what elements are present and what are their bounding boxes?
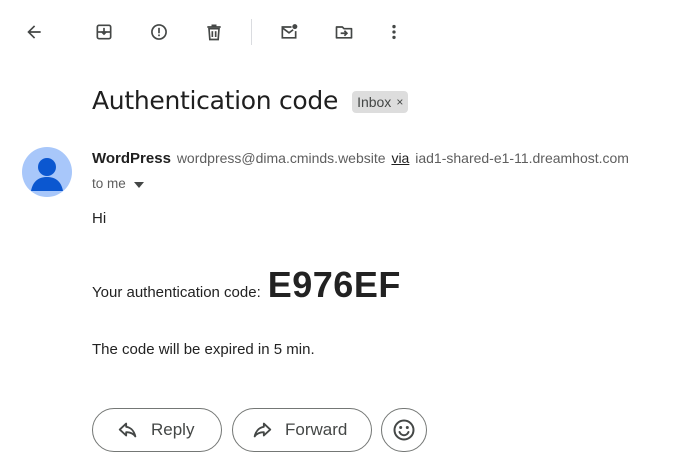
email-greeting: Hi	[92, 210, 107, 227]
forward-button[interactable]: Forward	[232, 408, 372, 452]
smiley-icon	[393, 419, 415, 441]
recipient-text: to me	[92, 176, 126, 191]
inbox-label-chip[interactable]: Inbox ×	[352, 90, 409, 113]
sender-line: WordPress wordpress@dima.cminds.website …	[92, 150, 629, 167]
sender-email: wordpress@dima.cminds.website	[176, 150, 386, 166]
recipient-line[interactable]: to me	[92, 176, 144, 191]
sender-avatar[interactable]	[22, 147, 72, 197]
toolbar-divider	[251, 19, 252, 45]
move-to-icon	[334, 22, 354, 42]
mark-unread-button[interactable]	[270, 13, 308, 51]
reply-icon	[118, 422, 137, 438]
authentication-code: E976EF	[267, 264, 401, 305]
chevron-down-icon[interactable]	[133, 176, 144, 191]
delete-icon	[204, 22, 224, 42]
via-link[interactable]: via	[391, 150, 409, 166]
back-arrow-icon	[24, 22, 44, 42]
report-spam-button[interactable]	[140, 13, 178, 51]
subject-row: Authentication code Inbox ×	[92, 86, 409, 115]
email-subject: Authentication code	[92, 86, 339, 115]
email-view: Authentication code Inbox × WordPress wo…	[0, 0, 700, 470]
forward-icon	[253, 422, 272, 438]
mark-unread-icon	[279, 22, 299, 42]
sender-name[interactable]: WordPress	[92, 150, 171, 167]
more-options-icon	[384, 22, 404, 42]
archive-button[interactable]	[85, 13, 123, 51]
email-toolbar	[0, 0, 700, 64]
via-host: iad1-shared-e1-11.dreamhost.com	[415, 150, 629, 166]
label-chip-text: Inbox	[357, 93, 392, 110]
emoji-reaction-button[interactable]	[381, 408, 427, 452]
code-line: Your authentication code: E976EF	[92, 264, 401, 306]
code-label: Your authentication code:	[92, 284, 261, 301]
remove-label-button[interactable]: ×	[396, 95, 403, 109]
report-spam-icon	[149, 22, 169, 42]
forward-label: Forward	[285, 420, 348, 439]
delete-button[interactable]	[195, 13, 233, 51]
expiry-notice: The code will be expired in 5 min.	[92, 341, 315, 358]
reply-button[interactable]: Reply	[92, 408, 222, 452]
reply-label: Reply	[151, 420, 195, 439]
person-icon	[31, 158, 63, 191]
more-options-button[interactable]	[375, 13, 413, 51]
back-button[interactable]	[15, 13, 53, 51]
archive-icon	[94, 22, 114, 42]
move-to-button[interactable]	[325, 13, 363, 51]
